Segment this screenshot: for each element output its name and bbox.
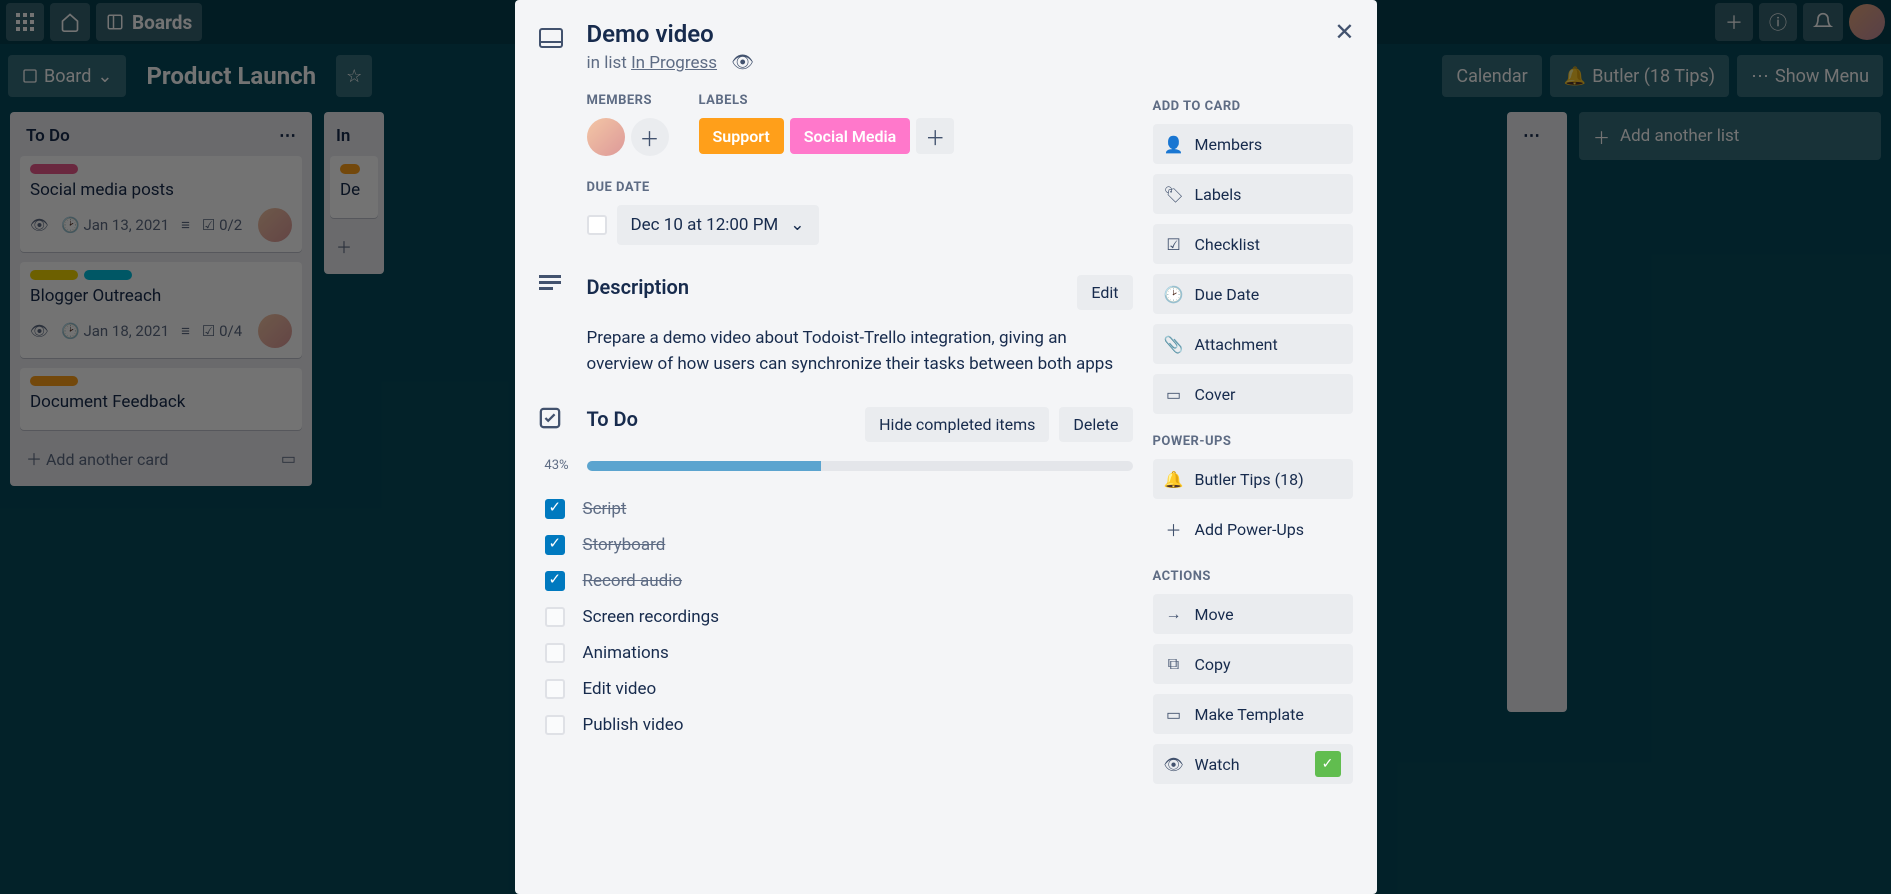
checklist-item[interactable]: Animations [539,635,1133,671]
checklist-checkbox[interactable] [545,679,565,699]
card-sidebar: ADD TO CARD 👤Members 🏷Labels ☑Checklist … [1153,93,1353,794]
sidebar-due-date-button[interactable]: 🕑Due Date [1153,274,1353,314]
checklist-item[interactable]: Edit video [539,671,1133,707]
hide-completed-button[interactable]: Hide completed items [865,407,1049,442]
person-icon: 👤 [1165,135,1183,154]
attachment-icon: 📎 [1165,335,1183,354]
powerups-heading: POWER-UPS [1153,434,1353,449]
delete-checklist-button[interactable]: Delete [1059,407,1132,442]
chevron-down-icon: ⌄ [790,215,804,235]
progress-bar [587,461,1133,471]
tag-icon: 🏷 [1165,185,1183,204]
progress-percent: 43% [539,458,575,473]
checklist-item[interactable]: Publish video [539,707,1133,743]
description-heading: Description [587,275,690,310]
checklist-item-text: Script [583,499,627,519]
label-support[interactable]: Support [699,118,784,154]
checklist-item-text: Screen recordings [583,607,719,627]
copy-button[interactable]: ⧉Copy [1153,644,1353,684]
checklist-item[interactable]: Script [539,491,1133,527]
card-icon [539,28,569,48]
butler-tips-button[interactable]: 🔔Butler Tips (18) [1153,459,1353,499]
watching-indicator: ✓ [1315,751,1341,777]
move-button[interactable]: →Move [1153,594,1353,634]
checklist-checkbox[interactable] [545,715,565,735]
sidebar-labels-button[interactable]: 🏷Labels [1153,174,1353,214]
description-text[interactable]: Prepare a demo video about Todoist-Trell… [587,326,1133,377]
checklist-item[interactable]: Storyboard [539,527,1133,563]
clock-icon: 🕑 [1165,285,1183,304]
eye-icon: 👁 [1165,755,1183,774]
checklist-checkbox[interactable] [545,535,565,555]
due-date-heading: DUE DATE [587,180,1133,195]
copy-icon: ⧉ [1165,654,1183,674]
due-date-button[interactable]: Dec 10 at 12:00 PM ⌄ [617,205,819,245]
checklist-icon [539,407,569,442]
checklist-checkbox[interactable] [545,607,565,627]
make-template-button[interactable]: ▭Make Template [1153,694,1353,734]
list-link[interactable]: In Progress [631,53,717,73]
description-icon [539,275,569,310]
card-title[interactable]: Demo video [587,20,755,48]
bell-icon: 🔔 [1165,470,1183,489]
actions-heading: ACTIONS [1153,569,1353,584]
add-member-button[interactable]: ＋ [631,118,669,156]
add-label-button[interactable]: ＋ [916,118,954,154]
checklist-item-text: Publish video [583,715,684,735]
checklist-title[interactable]: To Do [587,407,638,442]
checklist-item-text: Record audio [583,571,683,591]
sidebar-members-button[interactable]: 👤Members [1153,124,1353,164]
card-list-location: in list In Progress 👁 [587,52,755,73]
edit-description-button[interactable]: Edit [1077,275,1132,310]
add-to-card-heading: ADD TO CARD [1153,99,1353,114]
checklist-checkbox[interactable] [545,571,565,591]
sidebar-attachment-button[interactable]: 📎Attachment [1153,324,1353,364]
checklist-checkbox[interactable] [545,499,565,519]
labels-heading: LABELS [699,93,955,108]
due-complete-checkbox[interactable] [587,215,607,235]
add-powerups-button[interactable]: ＋Add Power-Ups [1153,509,1353,549]
member-avatar[interactable] [587,118,625,156]
watch-icon: 👁 [731,52,754,73]
checklist-item-text: Animations [583,643,669,663]
plus-icon: ＋ [1165,517,1183,541]
checklist-item[interactable]: Screen recordings [539,599,1133,635]
cover-icon: ▭ [1165,385,1183,404]
label-social-media[interactable]: Social Media [790,118,910,154]
checklist-checkbox[interactable] [545,643,565,663]
sidebar-cover-button[interactable]: ▭Cover [1153,374,1353,414]
card-detail-modal: ✕ Demo video in list In Progress 👁 MEMBE… [515,0,1377,894]
watch-button[interactable]: 👁Watch✓ [1153,744,1353,784]
members-heading: MEMBERS [587,93,669,108]
checklist-item[interactable]: Record audio [539,563,1133,599]
template-icon: ▭ [1165,705,1183,724]
checklist-item-text: Storyboard [583,535,666,555]
close-button[interactable]: ✕ [1334,18,1354,46]
check-icon: ☑ [1165,235,1183,254]
sidebar-checklist-button[interactable]: ☑Checklist [1153,224,1353,264]
arrow-icon: → [1165,604,1183,624]
checklist-item-text: Edit video [583,679,657,699]
